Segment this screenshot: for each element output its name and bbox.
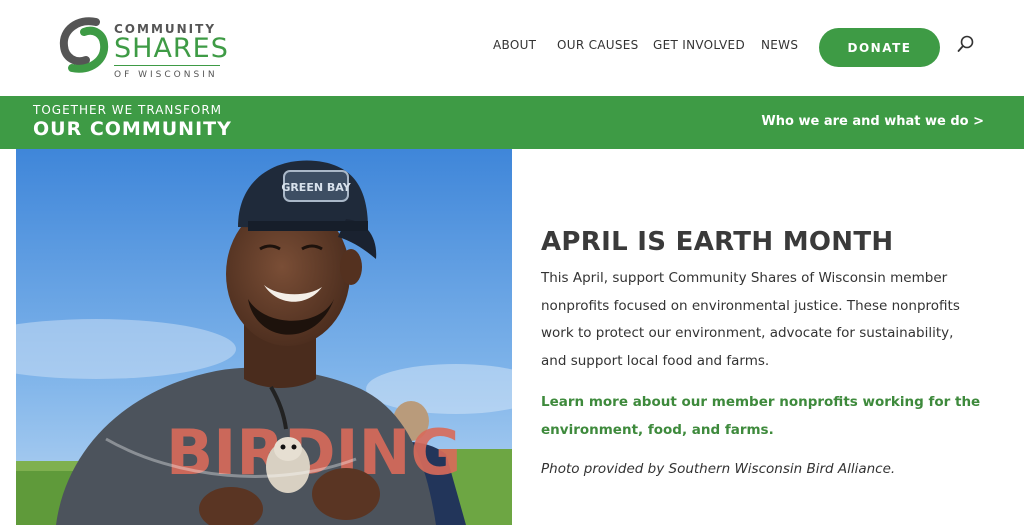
cap-patch-text: GREEN BAY bbox=[281, 181, 351, 194]
logo[interactable]: COMMUNITY SHARES OF WISCONSIN bbox=[56, 14, 229, 84]
logo-mark-icon bbox=[59, 17, 109, 73]
donate-button[interactable]: DONATE bbox=[819, 28, 940, 67]
logo-divider bbox=[114, 65, 220, 66]
shirt-print: BIRDING bbox=[166, 416, 461, 489]
nav-about[interactable]: ABOUT bbox=[493, 38, 536, 52]
article-body: This April, support Community Shares of … bbox=[541, 270, 960, 369]
nav-news[interactable]: NEWS bbox=[761, 38, 798, 52]
who-we-are-link[interactable]: Who we are and what we do > bbox=[761, 114, 984, 129]
photo-illustration: BIRDING GREEN BAY bbox=[16, 149, 512, 525]
featured-photo: BIRDING GREEN BAY bbox=[16, 149, 512, 525]
site-header: COMMUNITY SHARES OF WISCONSIN ABOUT OUR … bbox=[0, 0, 1024, 96]
hero-band: TOGETHER WE TRANSFORM OUR COMMUNITY Who … bbox=[0, 96, 1024, 149]
learn-more-link[interactable]: Learn more about our member nonprofits w… bbox=[541, 389, 981, 444]
band-title: OUR COMMUNITY bbox=[33, 118, 232, 140]
band-subtitle: TOGETHER WE TRANSFORM bbox=[33, 103, 223, 117]
article-headline: APRIL IS EARTH MONTH bbox=[541, 227, 894, 257]
logo-wisconsin-text: OF WISCONSIN bbox=[114, 70, 218, 80]
nav-get-involved[interactable]: GET INVOLVED bbox=[653, 38, 745, 52]
article-section: APRIL IS EARTH MONTH This April, support… bbox=[541, 225, 981, 480]
search-icon[interactable] bbox=[957, 35, 975, 53]
logo-shares-text: SHARES bbox=[114, 33, 229, 64]
nav-our-causes[interactable]: OUR CAUSES bbox=[557, 38, 639, 52]
photo-credit: Photo provided by Southern Wisconsin Bir… bbox=[541, 461, 896, 477]
